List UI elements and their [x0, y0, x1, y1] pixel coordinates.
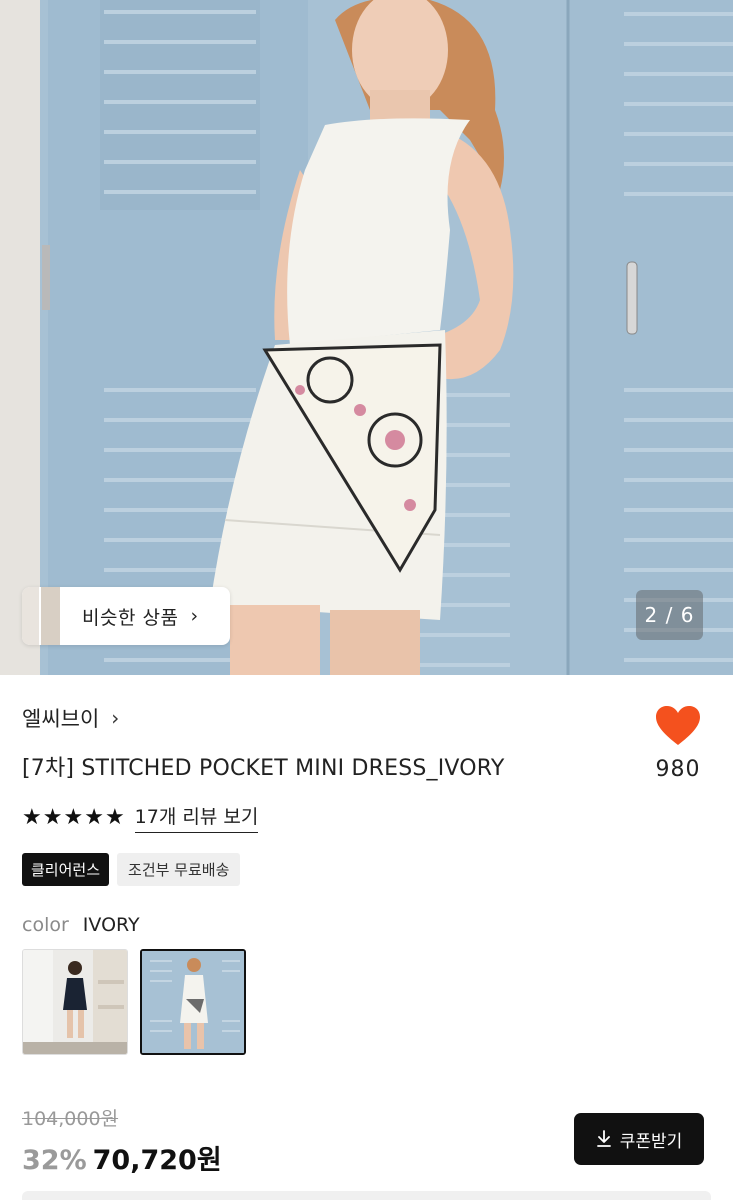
clearance-badge: 클리어런스 [22, 853, 110, 886]
like-button[interactable]: 980 [640, 705, 716, 782]
rating-stars: ★ ★ ★ ★ ★ [22, 804, 125, 830]
price-row: 32% 70,720원 [22, 1138, 222, 1177]
free-shipping-badge: 조건부 무료배송 [117, 853, 241, 886]
similar-products-label: 비슷한 상품 [82, 606, 179, 629]
star-icon: ★ [42, 804, 63, 830]
color-label: color [22, 914, 69, 936]
coupon-download-button[interactable]: 쿠폰받기 [574, 1113, 704, 1165]
product-photo [0, 0, 733, 675]
chevron-right-icon: › [111, 706, 120, 730]
ivory-dress-thumbnail [142, 951, 244, 1053]
brand-link[interactable]: 엘씨브이 › [22, 703, 119, 733]
coupon-label: 쿠폰받기 [619, 1131, 683, 1152]
color-option-row: color IVORY [22, 914, 140, 936]
download-icon [596, 1130, 611, 1147]
image-counter: 2 / 6 [636, 590, 703, 640]
sale-price: 70,720원 [92, 1145, 222, 1176]
star-icon: ★ [22, 804, 42, 830]
product-title: [7차] STITCHED POCKET MINI DRESS_IVORY [22, 756, 505, 781]
star-icon: ★ [63, 804, 84, 830]
review-link[interactable]: 17개 리뷰 보기 [134, 802, 259, 833]
similar-products-button[interactable]: 비슷한 상품 › [22, 587, 230, 645]
bottom-panel-edge [22, 1191, 711, 1200]
color-value: IVORY [82, 914, 140, 936]
color-swatch-ivory[interactable] [140, 949, 246, 1055]
star-icon: ★ [84, 804, 104, 830]
star-icon: ★ [104, 804, 125, 830]
rating-row: ★ ★ ★ ★ ★ 17개 리뷰 보기 [22, 802, 259, 833]
chevron-right-icon: › [190, 605, 199, 627]
like-count: 980 [655, 757, 701, 782]
similar-thumb-2 [39, 587, 60, 645]
color-swatch-navy[interactable] [22, 949, 128, 1055]
original-price: 104,000원 [22, 1108, 119, 1130]
product-main-image[interactable]: 비슷한 상품 › 2 / 6 [0, 0, 733, 675]
similar-products-thumbnails [22, 587, 60, 645]
heart-icon [656, 706, 700, 745]
navy-dress-thumbnail [23, 950, 127, 1054]
brand-name: 엘씨브이 [22, 707, 100, 731]
badge-list: 클리어런스 조건부 무료배송 [22, 853, 241, 886]
discount-rate: 32% [22, 1145, 87, 1176]
